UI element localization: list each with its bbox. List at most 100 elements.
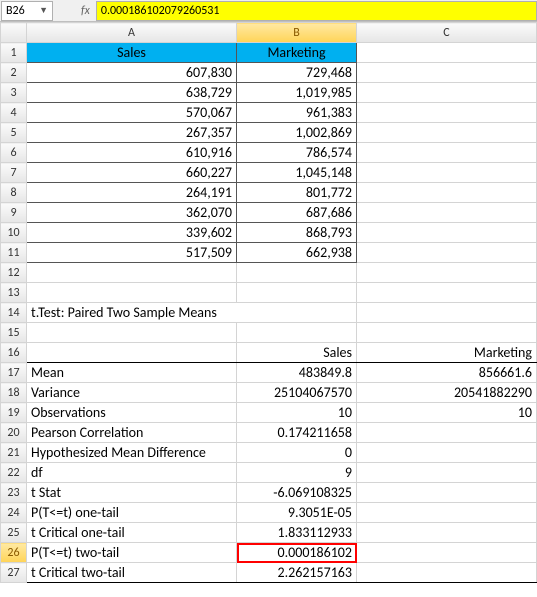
table-header-marketing[interactable]: Marketing: [237, 43, 357, 63]
col-header-B[interactable]: B: [237, 23, 357, 43]
stat-value[interactable]: 10: [357, 403, 537, 423]
cell[interactable]: 961,383: [237, 103, 357, 123]
row-header[interactable]: 12: [1, 263, 27, 283]
row-header[interactable]: 9: [1, 203, 27, 223]
row-header[interactable]: 23: [1, 483, 27, 503]
cell[interactable]: [357, 323, 537, 343]
cell[interactable]: [27, 283, 237, 303]
row-header[interactable]: 16: [1, 343, 27, 363]
cell[interactable]: [357, 203, 537, 223]
row-header[interactable]: 7: [1, 163, 27, 183]
stat-label[interactable]: Pearson Correlation: [27, 423, 237, 443]
row-header[interactable]: 11: [1, 243, 27, 263]
row-header[interactable]: 15: [1, 323, 27, 343]
cell[interactable]: [357, 103, 537, 123]
cell[interactable]: [357, 243, 537, 263]
cell[interactable]: 662,938: [237, 243, 357, 263]
stat-label[interactable]: Observations: [27, 403, 237, 423]
cell[interactable]: [357, 143, 537, 163]
ttest-title[interactable]: t.Test: Paired Two Sample Means: [27, 303, 357, 323]
stat-label[interactable]: t Stat: [27, 483, 237, 503]
stat-value[interactable]: [357, 563, 537, 583]
cell[interactable]: 1,019,985: [237, 83, 357, 103]
stat-value[interactable]: [357, 483, 537, 503]
stat-value[interactable]: -6.069108325: [237, 483, 357, 503]
row-header[interactable]: 17: [1, 363, 27, 383]
stat-value[interactable]: 9.3051E-05: [237, 503, 357, 523]
cell[interactable]: [357, 123, 537, 143]
stat-value[interactable]: [357, 543, 537, 563]
stat-label[interactable]: Variance: [27, 383, 237, 403]
name-box[interactable]: B26 ▼: [1, 1, 53, 21]
row-header[interactable]: 13: [1, 283, 27, 303]
cell[interactable]: [357, 283, 537, 303]
row-header[interactable]: 10: [1, 223, 27, 243]
cell[interactable]: [357, 43, 537, 63]
cell[interactable]: 517,509: [27, 243, 237, 263]
stat-value[interactable]: 9: [237, 463, 357, 483]
cell[interactable]: 801,772: [237, 183, 357, 203]
row-header[interactable]: 18: [1, 383, 27, 403]
cell[interactable]: [357, 223, 537, 243]
stat-value-highlighted[interactable]: 0.000186102: [237, 543, 357, 563]
stat-label[interactable]: Hypothesized Mean Difference: [27, 443, 237, 463]
row-header[interactable]: 20: [1, 423, 27, 443]
stat-label[interactable]: Mean: [27, 363, 237, 383]
cell[interactable]: [357, 263, 537, 283]
cell[interactable]: [237, 283, 357, 303]
select-all-corner[interactable]: [1, 23, 27, 43]
cell[interactable]: [357, 163, 537, 183]
cell[interactable]: 610,916: [27, 143, 237, 163]
row-header[interactable]: 27: [1, 563, 27, 583]
cell[interactable]: 786,574: [237, 143, 357, 163]
stat-value[interactable]: 0.174211658: [237, 423, 357, 443]
row-header[interactable]: 3: [1, 83, 27, 103]
stat-value[interactable]: [357, 523, 537, 543]
row-header[interactable]: 25: [1, 523, 27, 543]
row-header[interactable]: 4: [1, 103, 27, 123]
row-header[interactable]: 8: [1, 183, 27, 203]
stat-value[interactable]: 1.833112933: [237, 523, 357, 543]
stats-header-marketing[interactable]: Marketing: [357, 343, 537, 363]
cell[interactable]: 267,357: [27, 123, 237, 143]
stat-value[interactable]: 856661.6: [357, 363, 537, 383]
stat-value[interactable]: 483849.8: [237, 363, 357, 383]
col-header-A[interactable]: A: [27, 23, 237, 43]
fx-icon[interactable]: fx: [81, 4, 90, 18]
row-header[interactable]: 1: [1, 43, 27, 63]
stat-label[interactable]: P(T<=t) two-tail: [27, 543, 237, 563]
cell[interactable]: 729,468: [237, 63, 357, 83]
cell[interactable]: 607,830: [27, 63, 237, 83]
cell[interactable]: 339,602: [27, 223, 237, 243]
stats-header-sales[interactable]: Sales: [237, 343, 357, 363]
row-header[interactable]: 14: [1, 303, 27, 323]
cell[interactable]: 660,227: [27, 163, 237, 183]
cell[interactable]: 638,729: [27, 83, 237, 103]
cell[interactable]: [357, 303, 537, 323]
row-header[interactable]: 6: [1, 143, 27, 163]
row-header[interactable]: 26: [1, 543, 27, 563]
row-header[interactable]: 24: [1, 503, 27, 523]
stat-label[interactable]: df: [27, 463, 237, 483]
cell[interactable]: 362,070: [27, 203, 237, 223]
col-header-C[interactable]: C: [357, 23, 537, 43]
cell[interactable]: [27, 263, 237, 283]
stat-value[interactable]: 25104067570: [237, 383, 357, 403]
stat-value[interactable]: 0: [237, 443, 357, 463]
table-header-sales[interactable]: Sales: [27, 43, 237, 63]
cell[interactable]: 264,191: [27, 183, 237, 203]
cell[interactable]: [357, 63, 537, 83]
stat-value[interactable]: [357, 443, 537, 463]
stat-label[interactable]: t Critical two-tail: [27, 563, 237, 583]
stat-value[interactable]: 20541882290: [357, 383, 537, 403]
cell[interactable]: [237, 323, 357, 343]
row-header[interactable]: 2: [1, 63, 27, 83]
cell[interactable]: 687,686: [237, 203, 357, 223]
row-header[interactable]: 21: [1, 443, 27, 463]
cell[interactable]: 1,045,148: [237, 163, 357, 183]
row-header[interactable]: 5: [1, 123, 27, 143]
stat-value[interactable]: 10: [237, 403, 357, 423]
stat-value[interactable]: [357, 423, 537, 443]
stat-value[interactable]: [357, 463, 537, 483]
cell[interactable]: 570,067: [27, 103, 237, 123]
